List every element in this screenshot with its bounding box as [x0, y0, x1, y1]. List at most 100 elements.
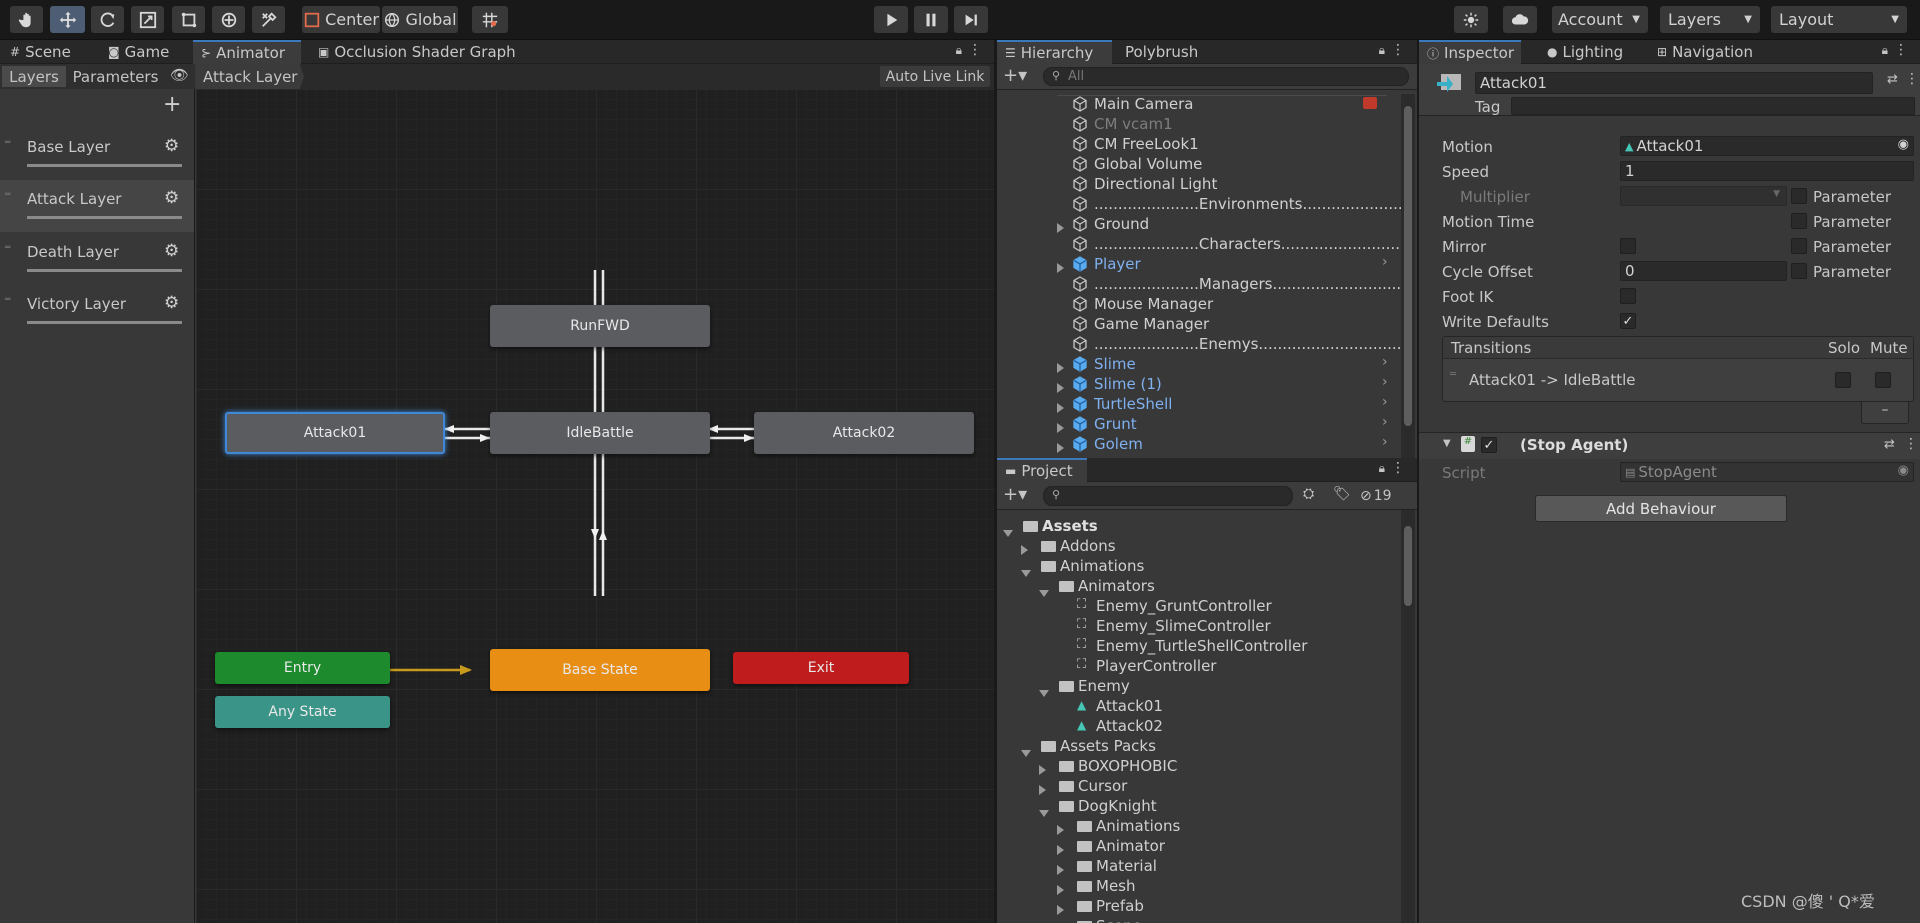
object-picker-icon[interactable]: ◉	[1898, 137, 1909, 152]
rotate-tool-button[interactable]	[91, 6, 124, 33]
tab-occlusion-shader-graph[interactable]: ▣ Occlusion Shader Graph	[310, 40, 524, 64]
state-exit[interactable]: Exit	[733, 652, 909, 684]
pause-button[interactable]	[914, 6, 948, 33]
tab-game[interactable]: ◙ Game	[100, 40, 177, 64]
project-item[interactable]: Animations	[997, 556, 1397, 577]
layer-item[interactable]: ═ Death Layer ⚙	[0, 233, 194, 285]
project-item[interactable]: Enemy	[997, 676, 1397, 697]
state-runfwd[interactable]: RunFWD	[490, 305, 710, 347]
project-search-input[interactable]: ⚲	[1043, 486, 1293, 506]
project-item[interactable]: Cursor	[997, 776, 1397, 796]
hierarchy-item[interactable]: Mouse Manager	[997, 294, 1401, 314]
project-item[interactable]: Addons	[997, 536, 1397, 556]
hierarchy-item[interactable]: Global Volume	[997, 154, 1401, 174]
add-layer-button[interactable]: +	[163, 92, 181, 117]
more-options-icon[interactable]: ⋮	[1905, 71, 1919, 87]
hidden-packages-toggle[interactable]: ⊘ 19	[1360, 485, 1392, 507]
drag-handle-icon[interactable]: ═	[5, 295, 10, 305]
expand-arrow-icon[interactable]	[1057, 439, 1070, 457]
write-defaults-checkbox[interactable]: ✓	[1620, 313, 1636, 329]
lock-icon[interactable]: 🔒︎	[1882, 43, 1888, 58]
create-dropdown-button[interactable]: +▾	[1003, 65, 1027, 86]
hierarchy-item[interactable]: Golem ›	[997, 434, 1401, 454]
transition-solo-checkbox[interactable]	[1835, 372, 1851, 388]
tab-project[interactable]: ▬ Project	[997, 458, 1087, 482]
state-entry[interactable]: Entry	[215, 652, 390, 684]
hierarchy-item[interactable]: Grunt ›	[997, 414, 1401, 434]
project-item[interactable]: Assets	[997, 516, 1397, 537]
more-options-icon[interactable]: ⋮	[1904, 436, 1918, 452]
tab-polybrush[interactable]: Polybrush	[1117, 40, 1206, 64]
foot-ik-checkbox[interactable]	[1620, 288, 1636, 304]
filter-by-label-icon[interactable]: 🏷︎	[1333, 486, 1351, 502]
rect-tool-button[interactable]	[172, 6, 205, 33]
lock-icon[interactable]: 🔒︎	[1379, 43, 1385, 58]
project-item[interactable]: Prefab	[997, 896, 1397, 916]
scale-tool-button[interactable]	[131, 6, 164, 33]
hierarchy-item[interactable]: ......................Characters........…	[997, 234, 1403, 254]
add-behaviour-button[interactable]: Add Behaviour	[1535, 495, 1787, 522]
drag-handle-icon[interactable]: ═	[5, 243, 10, 253]
chevron-right-icon[interactable]: ›	[1382, 374, 1388, 390]
mirror-checkbox[interactable]	[1620, 238, 1636, 254]
lock-icon[interactable]: 🔒︎	[956, 43, 962, 58]
breadcrumb[interactable]: Attack Layer	[196, 64, 304, 89]
chevron-right-icon[interactable]: ›	[1382, 414, 1388, 430]
lock-icon[interactable]: 🔒︎	[1379, 461, 1385, 476]
hierarchy-item[interactable]: Ground	[997, 214, 1401, 234]
cloud-button[interactable]	[1503, 6, 1537, 33]
services-button[interactable]	[1454, 6, 1488, 33]
custom-tool-button[interactable]	[252, 6, 285, 33]
layout-dropdown[interactable]: Layout ▼	[1771, 6, 1907, 33]
chevron-right-icon[interactable]: ›	[1382, 254, 1388, 270]
chevron-right-icon[interactable]: ›	[1382, 354, 1388, 370]
preset-icon[interactable]: ⇄	[1887, 72, 1898, 87]
hierarchy-item[interactable]: Slime (1) ›	[997, 374, 1401, 394]
foldout-arrow-icon[interactable]: ▼	[1443, 438, 1451, 449]
state-base-state[interactable]: Base State	[490, 649, 710, 691]
layer-item[interactable]: ═ Attack Layer ⚙	[0, 180, 194, 232]
grid-snap-button[interactable]	[472, 6, 508, 33]
pivot-global-button[interactable]: Global	[382, 6, 458, 33]
project-item[interactable]: Animator	[997, 836, 1397, 856]
multiplier-dropdown[interactable]: ▼	[1620, 186, 1787, 206]
layers-dropdown[interactable]: Layers ▼	[1660, 6, 1760, 33]
hand-tool-button[interactable]	[10, 6, 43, 33]
filter-by-type-icon[interactable]: ⛭	[1303, 486, 1314, 502]
object-name-field[interactable]: Attack01	[1475, 72, 1873, 94]
tab-navigation[interactable]: ⊞ Navigation	[1649, 40, 1761, 64]
drag-handle-icon[interactable]: ═	[1450, 369, 1456, 380]
auto-live-link-toggle[interactable]: Auto Live Link	[880, 66, 990, 87]
mirror-parameter-checkbox[interactable]	[1791, 238, 1807, 254]
gear-icon[interactable]: ⚙	[164, 188, 179, 208]
account-dropdown[interactable]: Account ▼	[1552, 6, 1648, 33]
gear-icon[interactable]: ⚙	[164, 293, 179, 313]
tab-layers[interactable]: Layers	[2, 66, 66, 87]
state-attack02[interactable]: Attack02	[754, 412, 974, 454]
hierarchy-item[interactable]: Directional Light	[997, 174, 1401, 194]
hierarchy-item[interactable]: Main Camera	[997, 94, 1401, 114]
state-idlebattle[interactable]: IdleBattle	[490, 412, 710, 454]
project-scrollbar[interactable]	[1401, 510, 1415, 923]
project-scroll-thumb[interactable]	[1404, 526, 1412, 606]
state-attack01[interactable]: Attack01	[225, 412, 445, 454]
step-button[interactable]	[954, 6, 988, 33]
project-item[interactable]: BOXOPHOBIC	[997, 756, 1397, 776]
gear-icon[interactable]: ⚙	[164, 136, 179, 156]
hierarchy-item[interactable]: CM vcam1	[997, 114, 1401, 134]
tab-inspector[interactable]: ⓘ Inspector	[1419, 40, 1521, 64]
tab-scene[interactable]: # Scene	[2, 40, 79, 64]
hierarchy-search-input[interactable]: ⚲ All	[1043, 67, 1409, 86]
stop-agent-enabled-checkbox[interactable]: ✓	[1481, 437, 1497, 453]
transform-tool-button[interactable]	[212, 6, 245, 33]
move-tool-button[interactable]	[50, 6, 85, 33]
tag-field[interactable]	[1511, 97, 1915, 115]
preset-icon[interactable]: ⇄	[1884, 437, 1895, 452]
stop-agent-header[interactable]: ▼ # ✓ (Stop Agent) ⇄ ⋮	[1419, 433, 1920, 459]
hierarchy-item[interactable]: ......................Enemys............…	[997, 334, 1403, 354]
hierarchy-item[interactable]: ......................Environments......…	[997, 194, 1403, 214]
more-options-icon[interactable]: ⋮	[968, 42, 982, 58]
project-item[interactable]: ⛶ Enemy_TurtleShellController	[997, 636, 1397, 656]
transition-mute-checkbox[interactable]	[1875, 372, 1891, 388]
tab-parameters[interactable]: Parameters	[68, 66, 163, 87]
